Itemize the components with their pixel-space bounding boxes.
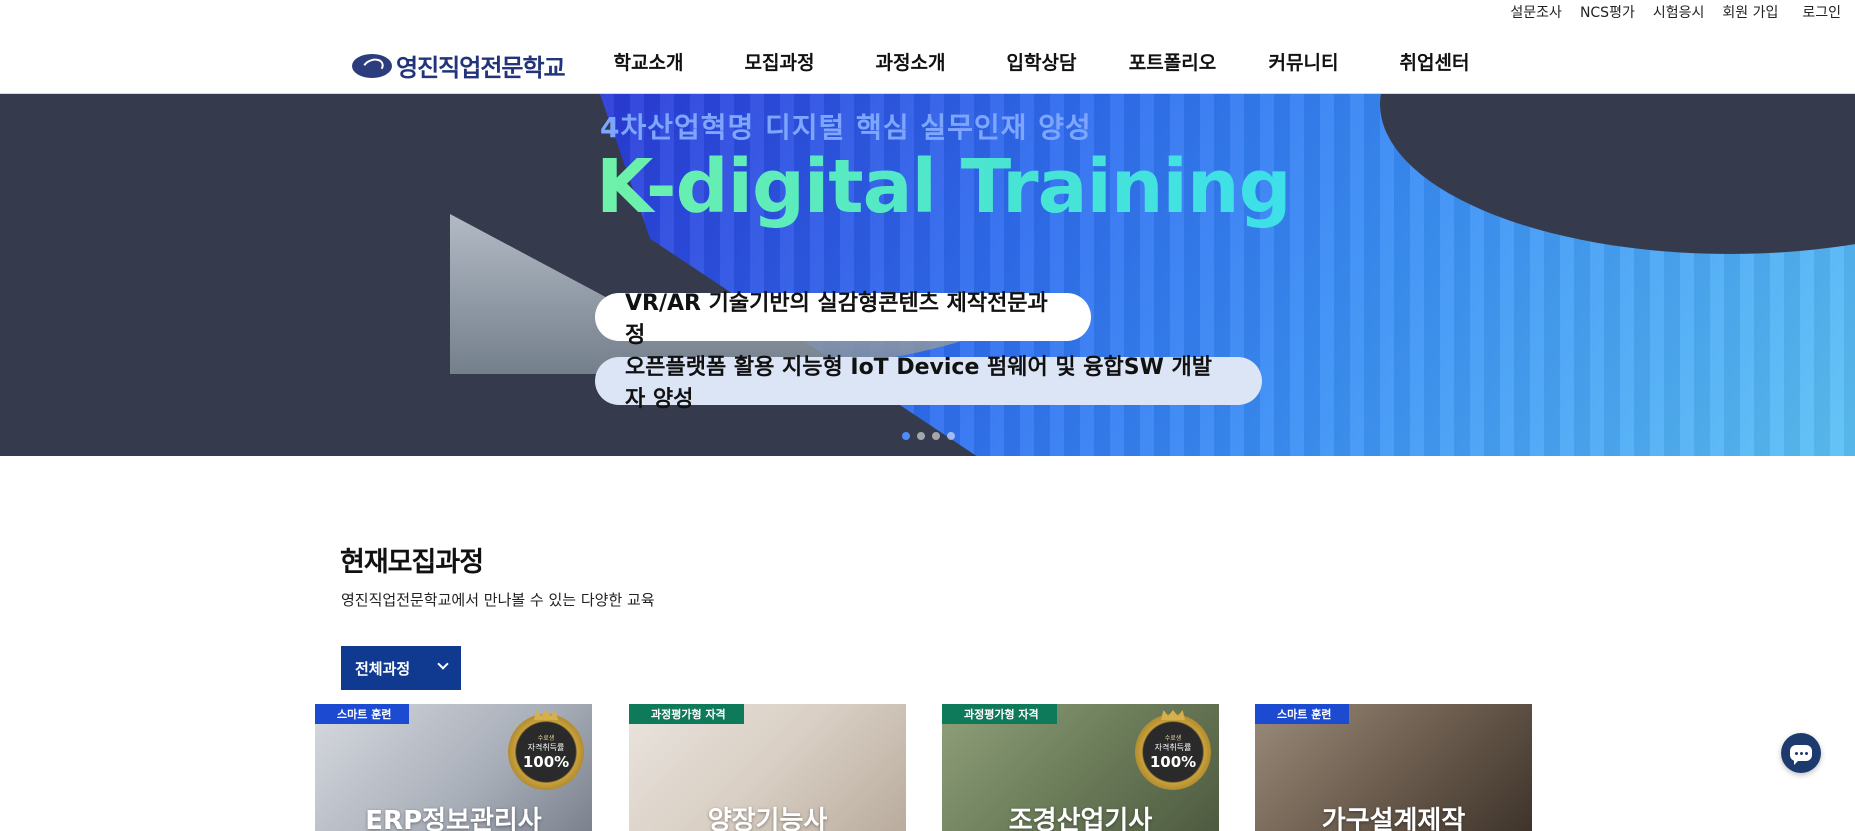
section-description: 영진직업전문학교에서 만나볼 수 있는 다양한 교육 <box>341 591 655 609</box>
nav-item-about[interactable]: 학교소개 <box>583 48 714 75</box>
login-link[interactable]: 로그인 <box>1802 2 1841 22</box>
survey-link[interactable]: 설문조사 <box>1510 2 1562 22</box>
chat-button[interactable] <box>1781 733 1821 773</box>
nav-item-recruit[interactable]: 모집과정 <box>714 48 845 75</box>
section-title: 현재모집과정 <box>340 547 484 578</box>
nav-item-consult[interactable]: 입학상담 <box>976 48 1107 75</box>
certification-rate-badge: 수료생 자격취득률 100% <box>508 710 584 790</box>
course-tag: 과정평가형 자격 <box>629 704 744 724</box>
course-tag: 스마트 훈련 <box>1255 704 1350 724</box>
ncs-eval-link[interactable]: NCS평가 <box>1580 2 1635 22</box>
hero-banner[interactable]: 4차산업혁명 디지털 핵심 실무인재 양성 K-digital Training… <box>0 94 1855 456</box>
course-tag: 과정평가형 자격 <box>942 704 1057 724</box>
course-name: 가구설계제작 <box>1321 806 1466 831</box>
slider-dot[interactable] <box>902 432 910 440</box>
course-card[interactable]: 스마트 훈련 가구설계제작 <box>1255 704 1532 831</box>
site-logo[interactable]: 영진직업전문학교 <box>352 48 566 83</box>
course-card[interactable]: 스마트 훈련 수료생 자격취득률 100% ERP정보관리사 <box>315 704 592 831</box>
nav-item-courses[interactable]: 과정소개 <box>845 48 976 75</box>
certification-rate-badge: 수료생 자격취득률 100% <box>1135 710 1211 790</box>
main-nav: 학교소개 모집과정 과정소개 입학상담 포트폴리오 커뮤니티 취업센터 <box>583 48 1500 75</box>
slider-pagination <box>902 432 955 440</box>
logo-text: 영진직업전문학교 <box>396 54 566 82</box>
course-tag: 스마트 훈련 <box>315 704 410 724</box>
course-name: ERP정보관리사 <box>365 806 542 831</box>
crown-icon <box>1161 710 1185 720</box>
course-name: 조경산업기사 <box>1008 806 1153 831</box>
school-logo-icon <box>352 53 392 78</box>
signup-link[interactable]: 회원 가입 <box>1722 2 1778 22</box>
slider-dot[interactable] <box>932 432 940 440</box>
course-card[interactable]: 과정평가형 자격 수료생 자격취득률 100% 조경산업기사 <box>942 704 1219 831</box>
course-card[interactable]: 과정평가형 자격 양장기능사 <box>629 704 906 831</box>
exam-link[interactable]: 시험응시 <box>1653 2 1705 22</box>
slider-dot[interactable] <box>947 432 955 440</box>
course-filter-dropdown[interactable]: 전체과정 <box>341 646 461 690</box>
hero-subtitle: 4차산업혁명 디지털 핵심 실무인재 양성 <box>600 111 1092 144</box>
course-filter-label: 전체과정 <box>355 659 411 678</box>
nav-item-community[interactable]: 커뮤니티 <box>1238 48 1369 75</box>
hero-title: K-digital Training <box>596 144 1292 230</box>
slider-dot[interactable] <box>917 432 925 440</box>
hero-course-pill-iot[interactable]: 오픈플랫폼 활용 지능형 IoT Device 펌웨어 및 융합SW 개발자 양… <box>595 355 1262 412</box>
crown-icon <box>534 710 558 720</box>
chat-icon <box>1790 745 1812 761</box>
course-name: 양장기능사 <box>707 806 828 831</box>
hero-course-pill-vrar[interactable]: VR/AR 기술기반의 실감형콘텐츠 제작전문과정 <box>595 291 1091 348</box>
site-header: 영진직업전문학교 학교소개 모집과정 과정소개 입학상담 포트폴리오 커뮤니티 … <box>0 32 1855 94</box>
nav-item-portfolio[interactable]: 포트폴리오 <box>1107 48 1238 75</box>
chevron-down-icon <box>437 658 449 670</box>
nav-item-career[interactable]: 취업센터 <box>1369 48 1500 75</box>
utility-nav: 설문조사 NCS평가 시험응시 회원 가입 로그인 <box>1510 0 1855 24</box>
